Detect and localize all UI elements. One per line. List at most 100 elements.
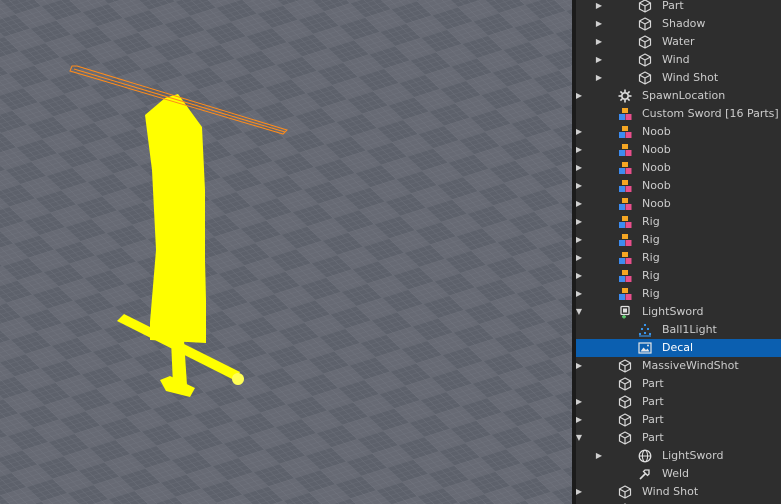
explorer-item-label: Rig: [642, 215, 660, 228]
part-cube-icon: [618, 395, 632, 409]
explorer-item-custom-sword-16-parts[interactable]: Custom Sword [16 Parts]: [576, 105, 781, 123]
explorer-item-label: LightSword: [642, 305, 704, 318]
model-icon: [618, 197, 632, 211]
explorer-item-label: Part: [662, 0, 684, 12]
explorer-item-label: Water: [662, 35, 695, 48]
explorer-item-label: Noob: [642, 179, 671, 192]
explorer-item-lightsword[interactable]: ▼ LightSword: [576, 303, 781, 321]
explorer-item-label: Rig: [642, 251, 660, 264]
particle-emitter-icon: [638, 323, 652, 337]
weld-icon: [638, 467, 652, 481]
model-icon: [618, 161, 632, 175]
explorer-item-label: Part: [642, 395, 664, 408]
chevron-right-icon[interactable]: ▶: [594, 33, 604, 51]
model-icon: [618, 269, 632, 283]
explorer-item-rig[interactable]: ▶ Rig: [576, 285, 781, 303]
explorer-item-label: Custom Sword [16 Parts]: [642, 107, 779, 120]
explorer-item-part[interactable]: ▼ Part: [576, 429, 781, 447]
explorer-item-massivewindshot[interactable]: ▶ MassiveWindShot: [576, 357, 781, 375]
explorer-item-noob[interactable]: ▶ Noob: [576, 195, 781, 213]
explorer-item-decal[interactable]: Decal: [576, 339, 781, 357]
explorer-item-water[interactable]: ▶ Water: [576, 33, 781, 51]
explorer-item-ball1light[interactable]: Ball1Light: [576, 321, 781, 339]
chevron-right-icon[interactable]: ▶: [576, 159, 584, 177]
mesh-globe-icon: [638, 449, 652, 463]
explorer-item-label: Noob: [642, 143, 671, 156]
explorer-item-label: SpawnLocation: [642, 89, 726, 102]
explorer-item-label: Ball1Light: [662, 323, 717, 336]
tool-icon: [618, 305, 632, 319]
sword-glow: [232, 373, 244, 385]
part-cube-icon: [638, 53, 652, 67]
chevron-right-icon[interactable]: ▶: [576, 177, 584, 195]
viewport-scene[interactable]: [0, 0, 572, 504]
explorer-item-rig[interactable]: ▶ Rig: [576, 231, 781, 249]
explorer-item-label: Rig: [642, 269, 660, 282]
part-cube-icon: [618, 431, 632, 445]
explorer-item-label: Wind Shot: [662, 71, 719, 84]
chevron-right-icon[interactable]: ▶: [576, 141, 584, 159]
chevron-right-icon[interactable]: ▶: [576, 357, 584, 375]
chevron-right-icon[interactable]: ▶: [576, 483, 584, 501]
part-cube-icon: [618, 377, 632, 391]
explorer-item-label: Wind Shot: [642, 485, 699, 498]
explorer-item-lightsword[interactable]: ▶ LightSword: [576, 447, 781, 465]
explorer-item-rig[interactable]: ▶ Rig: [576, 213, 781, 231]
model-icon: [618, 107, 632, 121]
explorer-item-rig[interactable]: ▶ Rig: [576, 267, 781, 285]
chevron-down-icon[interactable]: ▼: [576, 303, 584, 321]
explorer-item-label: LightSword: [662, 449, 724, 462]
explorer-item-label: Noob: [642, 125, 671, 138]
part-cube-icon: [618, 359, 632, 373]
spawn-location-icon: [618, 89, 632, 103]
explorer-item-wind-shot[interactable]: ▶ Wind Shot: [576, 69, 781, 87]
chevron-down-icon[interactable]: ▼: [576, 429, 584, 447]
model-icon: [618, 215, 632, 229]
explorer-item-label: Weld: [662, 467, 690, 480]
model-icon: [618, 143, 632, 157]
explorer-item-label: Noob: [642, 161, 671, 174]
explorer-item-weld[interactable]: Weld: [576, 465, 781, 483]
explorer-item-part[interactable]: Part: [576, 375, 781, 393]
explorer-item-wind-shot[interactable]: ▶ Wind Shot: [576, 483, 781, 501]
chevron-right-icon[interactable]: ▶: [594, 0, 604, 15]
part-cube-icon: [638, 71, 652, 85]
explorer-item-label: Shadow: [662, 17, 706, 30]
explorer-item-part[interactable]: ▶ Part: [576, 411, 781, 429]
chevron-right-icon[interactable]: ▶: [594, 51, 604, 69]
explorer-item-shadow[interactable]: ▶ Shadow: [576, 15, 781, 33]
explorer-panel: ▶ Part ▶ Shadow ▶ Water ▶ Wind ▶ Wind Shot ▶ SpawnL…: [576, 0, 781, 504]
explorer-item-rig[interactable]: ▶ Rig: [576, 249, 781, 267]
chevron-right-icon[interactable]: ▶: [576, 231, 584, 249]
chevron-right-icon[interactable]: ▶: [576, 411, 584, 429]
explorer-item-noob[interactable]: ▶ Noob: [576, 123, 781, 141]
chevron-right-icon[interactable]: ▶: [576, 213, 584, 231]
model-icon: [618, 251, 632, 265]
explorer-item-noob[interactable]: ▶ Noob: [576, 141, 781, 159]
chevron-right-icon[interactable]: ▶: [576, 195, 584, 213]
explorer-item-part[interactable]: ▶ Part: [576, 0, 781, 15]
explorer-item-spawnlocation[interactable]: ▶ SpawnLocation: [576, 87, 781, 105]
3d-viewport[interactable]: [0, 0, 572, 504]
explorer-item-part[interactable]: ▶ Part: [576, 393, 781, 411]
part-cube-icon: [638, 35, 652, 49]
explorer-item-label: Wind: [662, 53, 690, 66]
chevron-right-icon[interactable]: ▶: [576, 249, 584, 267]
explorer-item-wind[interactable]: ▶ Wind: [576, 51, 781, 69]
decal-icon: [638, 341, 652, 355]
chevron-right-icon[interactable]: ▶: [576, 393, 584, 411]
chevron-right-icon[interactable]: ▶: [594, 15, 604, 33]
chevron-right-icon[interactable]: ▶: [594, 447, 604, 465]
chevron-right-icon[interactable]: ▶: [576, 267, 584, 285]
chevron-right-icon[interactable]: ▶: [594, 69, 604, 87]
explorer-item-noob[interactable]: ▶ Noob: [576, 177, 781, 195]
model-icon: [618, 179, 632, 193]
explorer-item-label: Part: [642, 431, 664, 444]
part-cube-icon: [618, 485, 632, 499]
explorer-item-label: Part: [642, 413, 664, 426]
chevron-right-icon[interactable]: ▶: [576, 285, 584, 303]
explorer-item-label: Rig: [642, 287, 660, 300]
explorer-item-noob[interactable]: ▶ Noob: [576, 159, 781, 177]
chevron-right-icon[interactable]: ▶: [576, 87, 584, 105]
chevron-right-icon[interactable]: ▶: [576, 123, 584, 141]
